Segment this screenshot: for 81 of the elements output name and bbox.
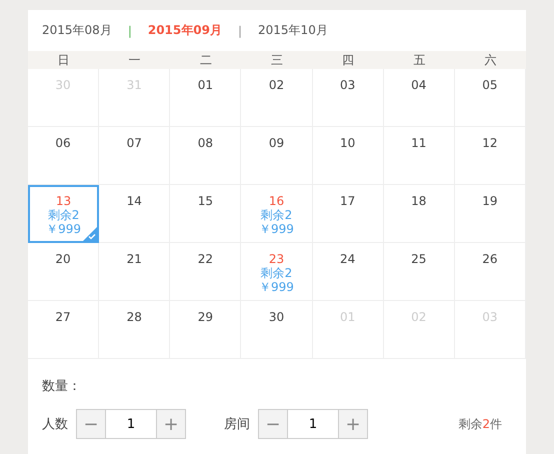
day-number: 30 (268, 310, 284, 324)
day-cell[interactable]: 04 (384, 69, 455, 127)
day-number: 24 (340, 252, 356, 266)
day-cell[interactable]: 29 (170, 301, 242, 359)
month-tab[interactable]: 2015年08月 (42, 22, 112, 39)
day-cell[interactable]: 05 (454, 69, 526, 127)
day-cell[interactable]: 15 (170, 185, 242, 243)
day-number: 02 (268, 78, 284, 92)
stock-text: 剩余2 (260, 266, 292, 280)
day-number: 13 (56, 194, 72, 208)
day-cell[interactable]: 03 (312, 69, 384, 127)
price-text: ￥999 (46, 222, 82, 236)
day-number: 28 (126, 310, 142, 324)
day-cell[interactable]: 25 (384, 243, 455, 301)
separator: | (238, 24, 242, 38)
day-number: 06 (55, 136, 71, 150)
day-number: 17 (340, 194, 356, 208)
day-cell[interactable]: 22 (170, 243, 242, 301)
day-number: 25 (411, 252, 426, 266)
weekday-label: 六 (483, 52, 498, 68)
day-number: 23 (268, 252, 284, 266)
day-cell[interactable]: 27 (28, 301, 100, 359)
day-number: 16 (268, 194, 284, 208)
day-cell[interactable]: 10 (312, 127, 384, 185)
weekday-label: 一 (128, 52, 142, 68)
day-number: 08 (198, 136, 213, 150)
day-cell[interactable]: 18 (384, 185, 455, 243)
day-cell[interactable]: 06 (28, 127, 100, 185)
day-number: 07 (126, 136, 142, 150)
day-number: 10 (340, 136, 356, 150)
day-cell[interactable]: 30 (241, 301, 313, 359)
day-cell[interactable]: 28 (99, 301, 170, 359)
day-number: 03 (340, 78, 356, 92)
weekday-label: 四 (341, 52, 356, 68)
check-corner-icon (83, 227, 98, 241)
day-number: 19 (482, 194, 498, 208)
stepper-label: 人数 (42, 416, 68, 433)
stepper-label: 房间 (224, 416, 250, 433)
separator: | (128, 24, 132, 38)
day-number: 12 (482, 136, 498, 150)
price-text: ￥999 (259, 280, 294, 294)
day-cell[interactable]: 11 (384, 127, 455, 185)
remaining-text: 剩余2件 (458, 416, 502, 432)
stock-text: 剩余2 (260, 208, 292, 222)
day-cell[interactable]: 24 (312, 243, 384, 301)
weekday-label: 二 (198, 52, 213, 68)
day-cell[interactable]: 17 (312, 185, 384, 243)
quantity-input[interactable]: 1 (288, 409, 338, 439)
day-cell[interactable]: 09 (241, 127, 313, 185)
day-number: 22 (198, 252, 213, 266)
day-cell[interactable]: 01 (170, 69, 242, 127)
weekday-label: 五 (412, 52, 426, 68)
day-number: 04 (411, 78, 426, 92)
weekday-label: 日 (56, 52, 71, 68)
day-cell[interactable]: 08 (170, 127, 242, 185)
month-tab[interactable]: 2015年10月 (258, 22, 328, 39)
price-text: ￥999 (259, 222, 294, 236)
quantity-label: 数量： (42, 378, 82, 395)
day-number: 29 (198, 310, 213, 324)
day-cell[interactable]: 02 (241, 69, 313, 127)
day-number: 11 (411, 136, 426, 150)
day-cell[interactable]: 12 (454, 127, 526, 185)
day-cell[interactable]: 19 (454, 185, 526, 243)
day-cell[interactable]: 14 (99, 185, 170, 243)
weekday-label: 三 (270, 52, 284, 68)
day-cell[interactable]: 20 (28, 243, 100, 301)
day-cell[interactable]: 26 (454, 243, 526, 301)
day-number: 27 (55, 310, 71, 324)
day-number: 21 (126, 252, 142, 266)
day-number: 26 (482, 252, 498, 266)
day-cell[interactable]: 21 (99, 243, 170, 301)
stock-text: 剩余2 (48, 208, 80, 222)
day-number: 20 (55, 252, 71, 266)
day-number: 09 (268, 136, 284, 150)
day-number: 18 (411, 194, 426, 208)
day-cell[interactable]: 07 (99, 127, 170, 185)
day-number: 14 (126, 194, 142, 208)
quantity-input[interactable]: 1 (106, 409, 156, 439)
day-number: 15 (198, 194, 213, 208)
day-number: 01 (198, 78, 213, 92)
day-number: 05 (482, 78, 498, 92)
